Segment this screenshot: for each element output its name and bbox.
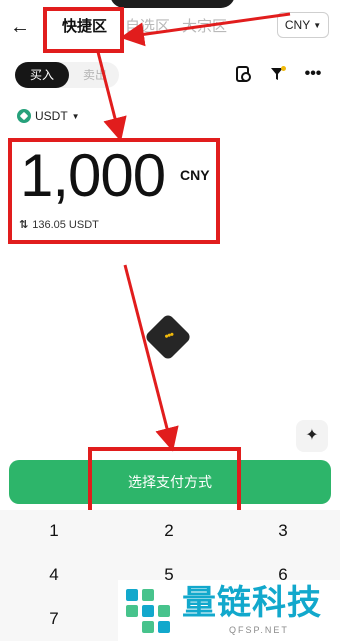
watermark-title: 量链科技 [182, 584, 322, 622]
watermark-logo-icon [124, 587, 172, 635]
chevron-down-icon: ▼ [71, 112, 80, 121]
trade-mode-toggle: 买入 卖出 [15, 62, 119, 88]
notification-dot [281, 66, 286, 71]
token-select[interactable]: USDT ▼ [17, 106, 80, 126]
key-7[interactable]: 7 [24, 607, 84, 631]
amount-highlight [8, 138, 220, 244]
key-1[interactable]: 1 [24, 519, 84, 543]
orders-icon[interactable] [233, 64, 253, 84]
key-4[interactable]: 4 [24, 563, 84, 587]
watermark-subtitle: QFSP.NET [229, 625, 289, 635]
tab-bulk-zone[interactable]: 大宗区 [182, 17, 227, 37]
arrow-left-icon[interactable]: ← [10, 17, 30, 37]
payment-highlight [88, 447, 241, 516]
filter-icon[interactable] [268, 64, 288, 84]
key-3[interactable]: 3 [253, 519, 313, 543]
sparkle-icon[interactable]: ✦ [296, 420, 328, 452]
currency-select-label: CNY [284, 18, 311, 32]
chevron-down-icon: ▼ [313, 21, 322, 30]
tab-custom-zone[interactable]: 自选区 [125, 17, 170, 37]
sell-tab[interactable]: 卖出 [71, 62, 119, 88]
token-label: USDT [35, 109, 68, 123]
buy-tab[interactable]: 买入 [15, 62, 69, 88]
tab-highlight [43, 7, 124, 53]
more-icon[interactable]: ••• [303, 64, 323, 84]
currency-select[interactable]: CNY ▼ [277, 12, 329, 38]
key-2[interactable]: 2 [139, 519, 199, 543]
status-pill [110, 0, 235, 8]
usdt-icon [17, 109, 31, 123]
